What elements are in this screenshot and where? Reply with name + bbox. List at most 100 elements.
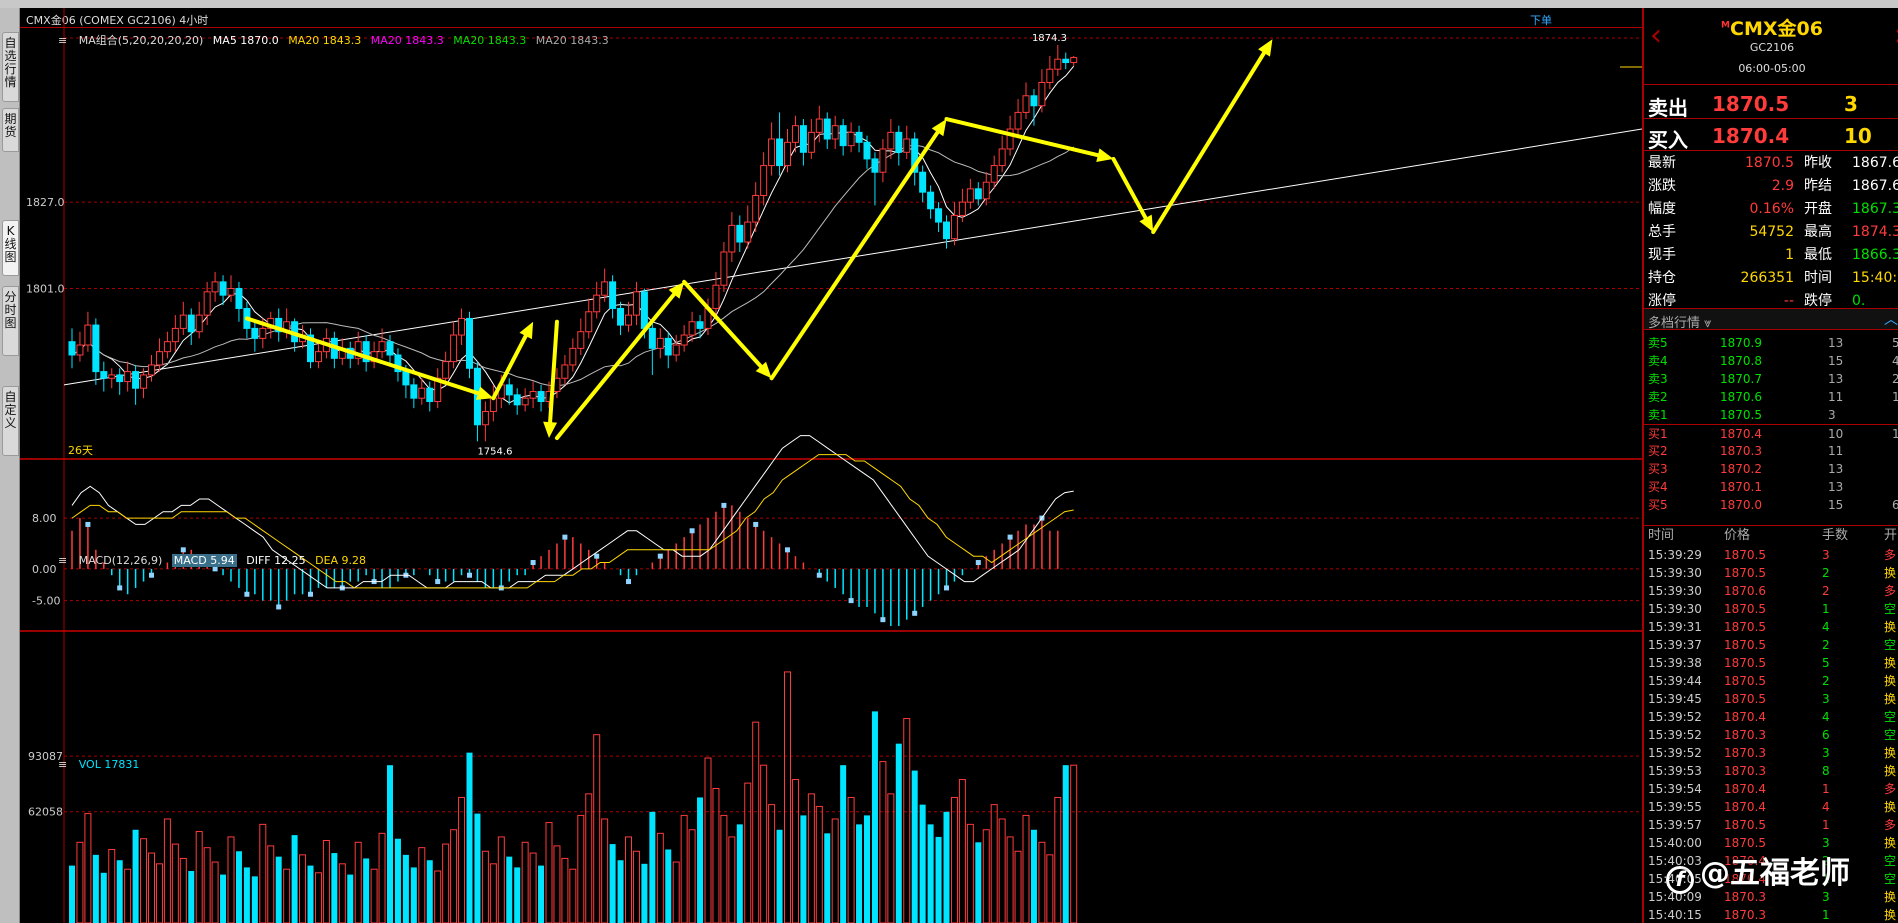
sell-row[interactable]: 卖出 1870.5 3 — [1644, 88, 1898, 120]
tick-header: 时间 价格 手数 开 — [1644, 526, 1898, 546]
volume-bar — [243, 867, 250, 923]
depth-header[interactable]: 多档行情 ⩔ ︿ — [1644, 308, 1898, 331]
macd-menu-icon[interactable]: ≡ — [58, 554, 67, 567]
volume-bar — [688, 829, 696, 923]
volume-bar — [299, 854, 307, 923]
tick-time: 15:39:52 — [1648, 710, 1702, 724]
candle-body — [251, 327, 259, 339]
volume-bar — [927, 824, 934, 923]
volume-bar — [561, 857, 569, 923]
quote-value: 2.9 — [1771, 178, 1794, 194]
candle-body — [863, 141, 871, 160]
volume-bar — [347, 874, 354, 923]
candle-body — [625, 314, 632, 326]
volume-bar — [856, 824, 863, 923]
depth-row[interactable]: 卖1 1870.5 3 — [1644, 406, 1898, 424]
volume-bar — [1006, 836, 1014, 923]
period-label: 26天 — [68, 444, 93, 457]
volume-bar — [387, 765, 393, 923]
tick-qty: 3 — [1822, 692, 1830, 706]
price-tick-label: 1827.0 — [26, 196, 65, 209]
tick-time: 15:39:29 — [1648, 548, 1702, 562]
candle-body — [871, 158, 879, 173]
volume-bar — [251, 876, 258, 923]
candle-body — [895, 131, 903, 153]
tick-price: 1870.5 — [1724, 692, 1766, 706]
trend-arrow-head — [931, 119, 947, 137]
volume-bar — [132, 829, 139, 923]
volume-bar — [903, 718, 911, 923]
depth-price: 1870.8 — [1720, 354, 1762, 368]
tick-time: 15:39:30 — [1648, 584, 1702, 598]
price-menu-icon[interactable]: ≡ — [58, 34, 67, 47]
volume-bar — [791, 779, 799, 923]
high-label: 1874.3 — [1032, 33, 1067, 44]
volume-bar — [975, 842, 982, 923]
tick-time: 15:39:30 — [1648, 602, 1702, 616]
quote-value: 1 — [1785, 247, 1794, 263]
tab-futures[interactable]: 期货 — [2, 108, 19, 152]
tick-time: 15:39:30 — [1648, 566, 1702, 580]
tick-qty: 2 — [1822, 638, 1830, 652]
tick-time: 15:39:52 — [1648, 746, 1702, 760]
sell-qty: 3 — [1844, 92, 1858, 116]
tick-qty: 1 — [1822, 602, 1830, 616]
tab-kline[interactable]: K线图 — [2, 220, 19, 276]
candle-body — [632, 291, 640, 316]
candle-body — [116, 374, 124, 383]
candle-body — [998, 148, 1006, 167]
volume-bar — [283, 868, 291, 923]
volume-bar — [331, 853, 338, 923]
volume-bar — [736, 824, 743, 923]
candle-body — [839, 125, 847, 147]
volume-bar — [728, 836, 736, 923]
tab-timeshare[interactable]: 分时图 — [2, 286, 19, 356]
volume-bar — [943, 811, 950, 923]
candle-body — [171, 327, 179, 343]
volume-bar — [887, 793, 895, 923]
tick-qty: 2 — [1822, 566, 1830, 580]
collapse-icon[interactable]: ︿ — [1884, 309, 1898, 329]
volume-bar — [521, 841, 529, 923]
volume-bar — [982, 829, 990, 923]
macd-dot — [435, 579, 441, 585]
candle-body — [378, 341, 386, 353]
depth-qty: 10 — [1828, 427, 1844, 441]
candle-body — [466, 317, 473, 369]
volume-bar — [378, 832, 386, 923]
volume-bar — [100, 872, 107, 923]
low-label: 1754.6 — [477, 447, 512, 458]
candle-body — [927, 191, 935, 210]
chart-canvas[interactable]: 1827.0 1801.0 1874.3 1754.6 26天 8.00 0.00 -5.00… — [20, 8, 1642, 923]
vol-menu-icon[interactable]: ≡ — [58, 758, 67, 771]
volume-bar — [108, 848, 116, 923]
candle-body — [513, 394, 521, 406]
tick-time: 15:39:37 — [1648, 638, 1702, 652]
volume-bar — [935, 836, 942, 923]
buy-row[interactable]: 买入 1870.4 10 — [1644, 120, 1898, 152]
quote-label: 开盘 — [1804, 201, 1832, 217]
quote-label: 幅度 — [1648, 201, 1676, 217]
tick-time: 15:40:15 — [1648, 908, 1702, 922]
depth-row[interactable]: 卖5 1870.9 13 5 — [1644, 334, 1898, 352]
depth-row[interactable]: 买4 1870.1 13 — [1644, 478, 1898, 496]
volume-bar — [1070, 764, 1078, 923]
depth-row[interactable]: 买3 1870.2 13 — [1644, 460, 1898, 478]
macd-dot — [594, 553, 600, 559]
volume-bar — [609, 844, 616, 923]
candle-body — [187, 314, 195, 333]
tab-watchlist[interactable]: 自选行情 — [2, 32, 19, 102]
volume-bar — [394, 838, 401, 923]
depth-row[interactable]: 卖21870.6111 — [1644, 388, 1898, 406]
tab-custom[interactable]: 自定义 — [2, 386, 19, 456]
depth-qty: 15 — [1828, 498, 1844, 512]
depth-row[interactable]: 买2 1870.3 11 — [1644, 442, 1898, 460]
tick-row: 15:39:52 1870.3 6 空 — [1644, 726, 1898, 744]
depth-row[interactable]: 卖4 1870.8 15 4 — [1644, 352, 1898, 370]
quote-label: 最高 — [1804, 224, 1832, 240]
depth-row[interactable]: 买1 1870.4 10 1 — [1644, 424, 1898, 442]
depth-row[interactable]: 买5 1870.0 15 6 — [1644, 496, 1898, 514]
depth-row[interactable]: 卖3 1870.7 13 2 — [1644, 370, 1898, 388]
volume-bar — [195, 831, 203, 923]
volume-bar — [188, 870, 195, 923]
